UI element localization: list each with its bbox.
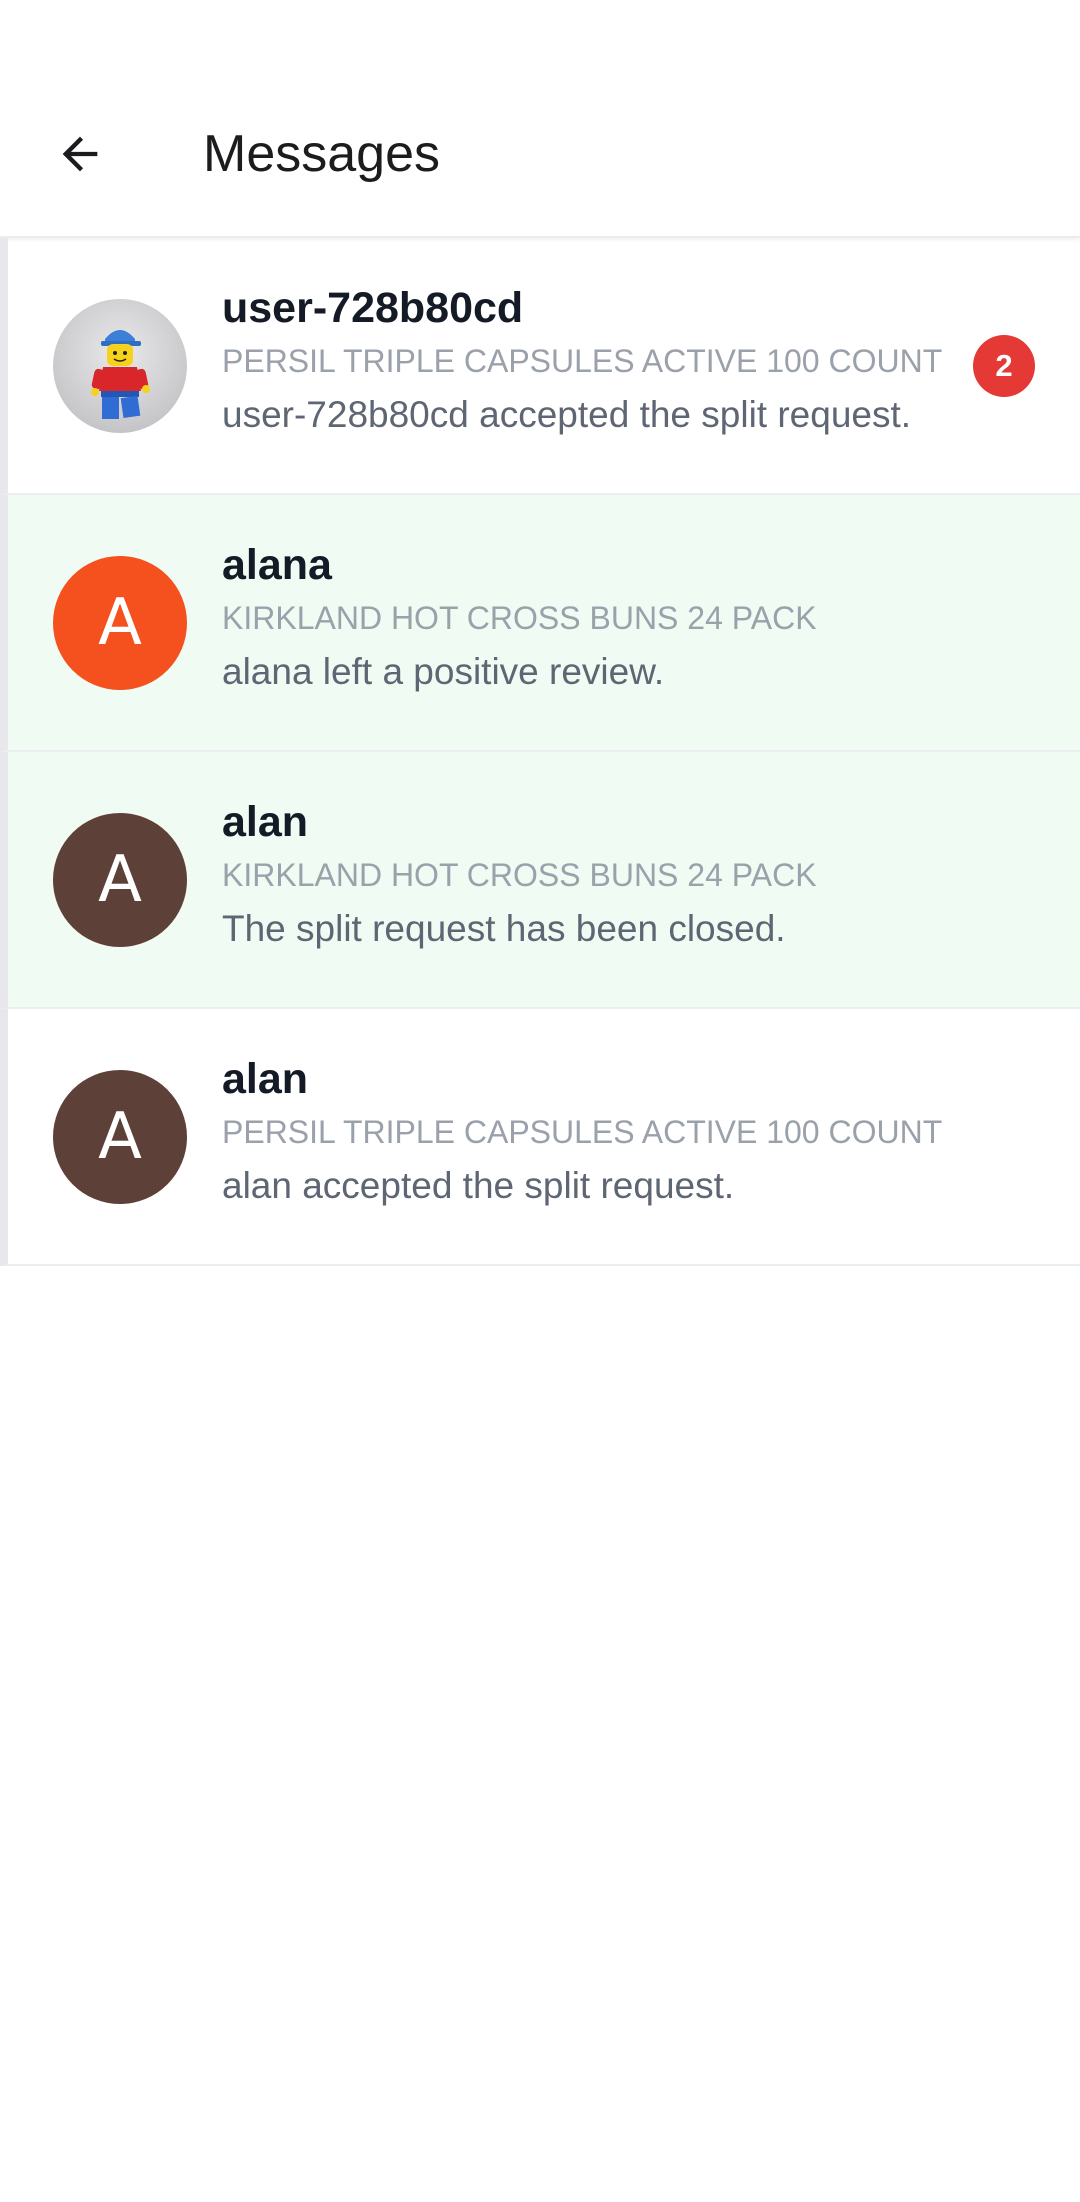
conversation-item[interactable]: A alana KIRKLAND HOT CROSS BUNS 24 PACK … <box>0 495 1080 752</box>
conversation-name: user-728b80cd <box>222 284 524 332</box>
conversation-preview: The split request has been closed. <box>222 908 786 949</box>
avatar <box>53 298 187 433</box>
back-button[interactable] <box>40 114 120 194</box>
conversation-preview: alana left a positive review. <box>222 651 665 692</box>
conversation-preview: user-728b80cd accepted the split request… <box>222 394 912 435</box>
lego-minifigure-icon <box>91 329 150 419</box>
unread-badge: 2 <box>973 334 1035 397</box>
conversation-name: alana <box>222 541 332 589</box>
conversation-product: KIRKLAND HOT CROSS BUNS 24 PACK <box>222 600 817 636</box>
conversation-product: PERSIL TRIPLE CAPSULES ACTIVE 100 COUNT <box>222 343 943 379</box>
conversation-product: PERSIL TRIPLE CAPSULES ACTIVE 100 COUNT <box>222 1114 943 1150</box>
conversation-name: alan <box>222 798 309 846</box>
conversation-item[interactable]: A alan PERSIL TRIPLE CAPSULES ACTIVE 100… <box>0 1009 1080 1266</box>
conversation-name: alan <box>222 1055 309 1103</box>
conversation-product: KIRKLAND HOT CROSS BUNS 24 PACK <box>222 857 817 893</box>
conversation-item[interactable]: user-728b80cd PERSIL TRIPLE CAPSULES ACT… <box>0 238 1080 495</box>
avatar: A <box>53 555 187 690</box>
conversation-preview: alan accepted the split request. <box>222 1165 735 1206</box>
status-bar <box>0 0 1080 72</box>
avatar: A <box>53 1069 187 1204</box>
app-bar: Messages <box>0 72 1080 238</box>
avatar: A <box>53 812 187 947</box>
conversation-item[interactable]: A alan KIRKLAND HOT CROSS BUNS 24 PACK T… <box>0 752 1080 1009</box>
arrow-left-icon <box>62 136 98 172</box>
conversation-list: user-728b80cd PERSIL TRIPLE CAPSULES ACT… <box>0 238 1080 1266</box>
page-title: Messages <box>203 125 440 183</box>
